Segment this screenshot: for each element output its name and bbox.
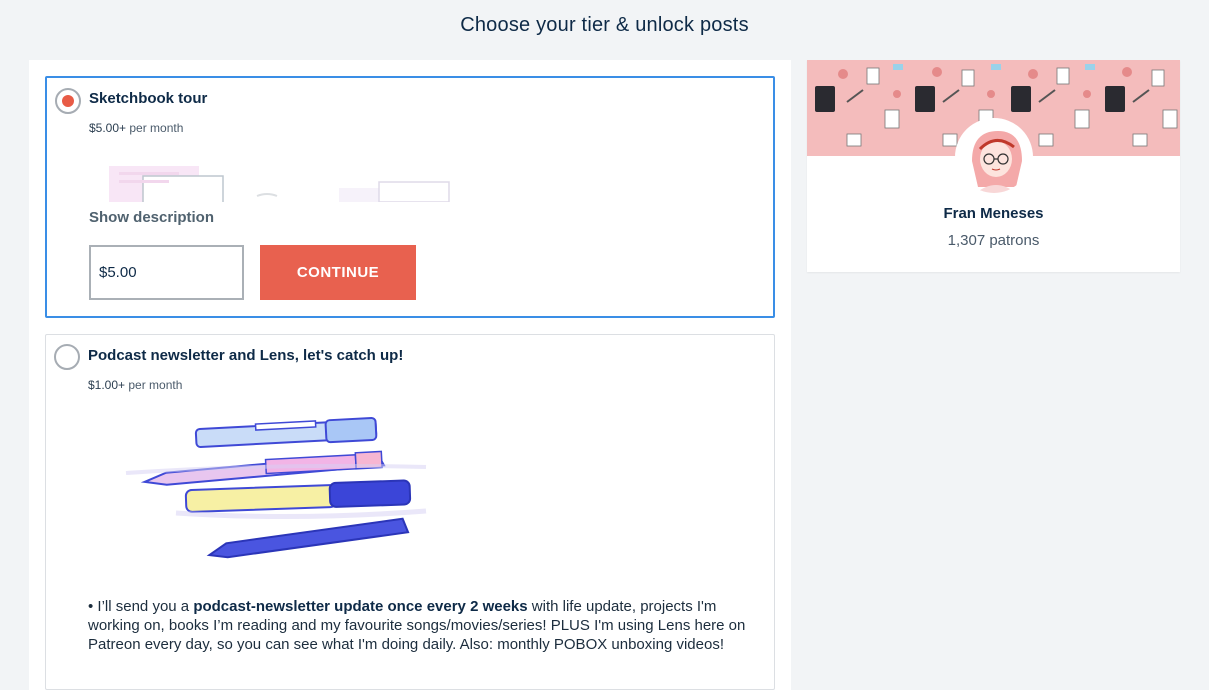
tier-card-sketchbook-tour[interactable]: Sketchbook tour $5.00+ per month Show de… [45,76,775,318]
tier-title: Sketchbook tour [89,90,208,107]
tier-title: Podcast newsletter and Lens, let's catch… [88,347,404,364]
tier-description: • I’ll send you a podcast-newsletter upd… [88,597,758,654]
tier-radio-unselected[interactable] [54,344,80,370]
creator-card: Fran Meneses 1,307 patrons [807,60,1180,272]
description-text-1: • I’ll send you a [88,598,194,615]
tier-price-amount: $1.00+ [88,378,126,392]
page-title: Choose your tier & unlock posts [460,14,749,36]
pledge-amount-input[interactable] [89,245,244,300]
tier-radio-selected[interactable] [55,88,81,114]
tier-price: $1.00+ per month [88,378,182,392]
radio-dot-icon [62,95,74,107]
description-text-bold: podcast-newsletter update once every 2 w… [193,598,528,615]
creator-name[interactable]: Fran Meneses [807,205,1180,222]
tier-card-podcast-newsletter[interactable]: Podcast newsletter and Lens, let's catch… [45,334,775,690]
tier-price-period: per month [126,121,184,135]
tier-price: $5.00+ per month [89,121,183,135]
patron-count: 1,307 patrons [947,232,1040,249]
sketchbook-image [107,158,467,202]
pens-illustration-image [116,413,436,563]
creator-avatar[interactable] [955,118,1033,196]
show-description-link[interactable]: Show description [89,209,214,226]
tier-price-amount: $5.00+ [89,121,127,135]
tier-list: Sketchbook tour $5.00+ per month Show de… [29,60,791,690]
continue-button[interactable]: CONTINUE [260,245,416,300]
tier-price-period: per month [125,378,183,392]
